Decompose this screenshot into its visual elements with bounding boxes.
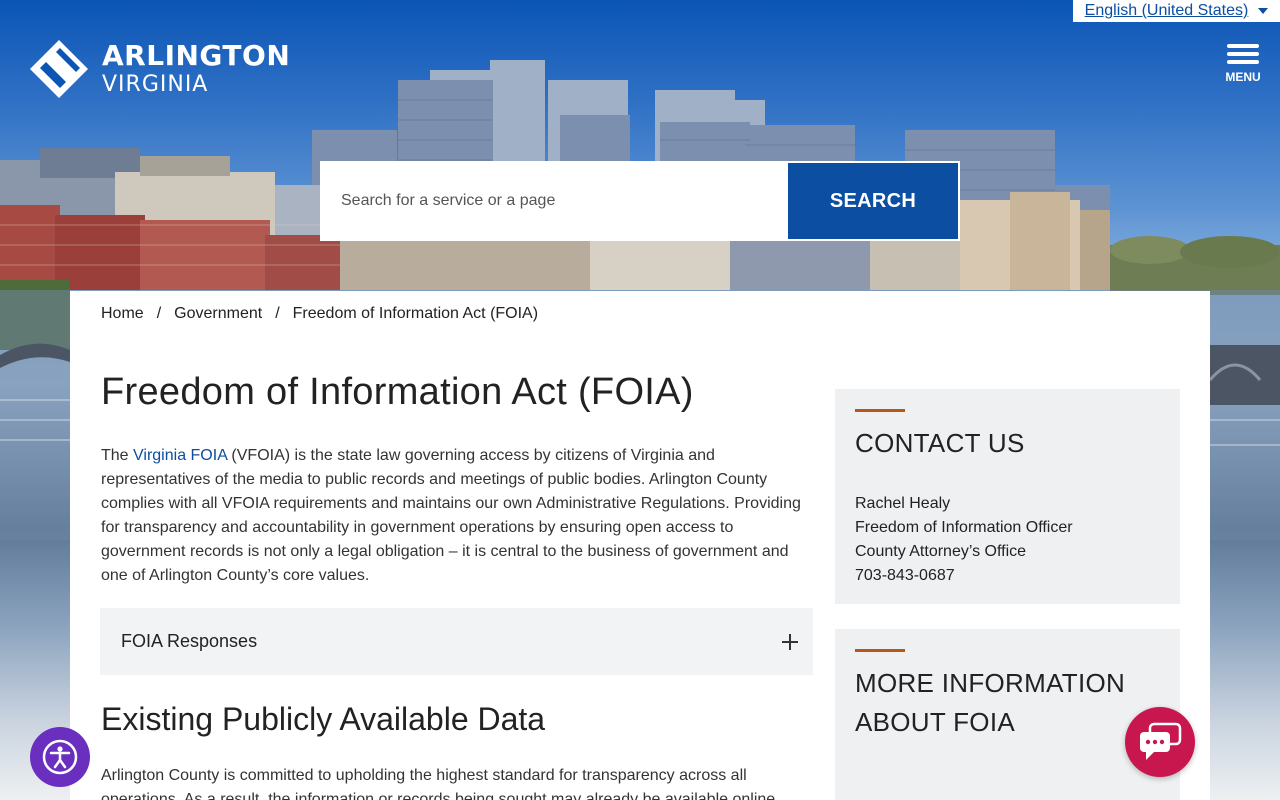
- accessibility-icon: [42, 739, 78, 775]
- more-info-heading: MORE INFORMATION ABOUT FOIA: [855, 664, 1160, 742]
- breadcrumb-separator: /: [275, 305, 280, 322]
- contact-office: County Attorney’s Office: [855, 543, 1027, 560]
- contact-name: Rachel Healy: [855, 495, 951, 512]
- language-label: English (United States): [1084, 2, 1249, 19]
- accent-rule: [855, 649, 905, 652]
- more-info-heading-line2: ABOUT FOIA: [855, 707, 1015, 737]
- hamburger-icon: [1227, 44, 1259, 48]
- more-information-panel: MORE INFORMATION ABOUT FOIA: [835, 629, 1180, 800]
- intro-prefix: The: [101, 447, 134, 464]
- virginia-foia-link[interactable]: Virginia FOIA: [133, 447, 227, 464]
- accordion-label: FOIA Responses: [121, 631, 258, 651]
- search-button[interactable]: SEARCH: [788, 163, 958, 239]
- breadcrumb-government[interactable]: Government: [174, 305, 262, 323]
- breadcrumb-separator: /: [156, 305, 162, 322]
- plus-icon: [782, 633, 798, 650]
- accent-rule: [855, 409, 905, 412]
- contact-role: Freedom of Information Officer: [855, 519, 1073, 536]
- chat-button[interactable]: [1125, 707, 1195, 777]
- intro-text: (VFOIA) is the state law governing acces…: [101, 447, 801, 584]
- breadcrumb: Home / Government / Freedom of Informati…: [101, 305, 538, 323]
- arlington-diamond-icon: [30, 40, 88, 98]
- breadcrumb-current: Freedom of Information Act (FOIA): [292, 305, 539, 322]
- page-title: Freedom of Information Act (FOIA): [101, 371, 694, 413]
- search-bar: SEARCH: [320, 161, 960, 241]
- contact-heading: CONTACT US: [855, 428, 1025, 458]
- menu-button[interactable]: MENU: [1222, 44, 1264, 84]
- contact-us-panel: CONTACT US Rachel Healy Freedom of Infor…: [835, 389, 1180, 604]
- menu-label: MENU: [1225, 70, 1261, 84]
- section-heading: Existing Publicly Available Data: [101, 701, 546, 737]
- site-logo[interactable]: ARLINGTON VIRGINIA: [30, 40, 290, 98]
- caret-down-icon: [1258, 8, 1269, 14]
- breadcrumb-home[interactable]: Home: [101, 305, 144, 323]
- chat-icon: [1140, 722, 1182, 760]
- logo-name: ARLINGTON: [102, 39, 291, 72]
- intro-paragraph: The Virginia FOIA (VFOIA) is the state l…: [101, 444, 813, 588]
- accessibility-button[interactable]: [30, 727, 90, 787]
- contact-phone[interactable]: 703-843-0687: [855, 564, 1160, 588]
- search-input[interactable]: [322, 163, 788, 239]
- logo-subtitle: VIRGINIA: [102, 72, 209, 97]
- content-card: Home / Government / Freedom of Informati…: [70, 291, 1210, 800]
- language-selector[interactable]: English (United States): [1073, 0, 1280, 22]
- section-paragraph: Arlington County is committed to upholdi…: [101, 767, 776, 800]
- more-info-heading-line1: MORE INFORMATION: [855, 668, 1126, 698]
- foia-responses-accordion[interactable]: FOIA Responses: [100, 608, 813, 675]
